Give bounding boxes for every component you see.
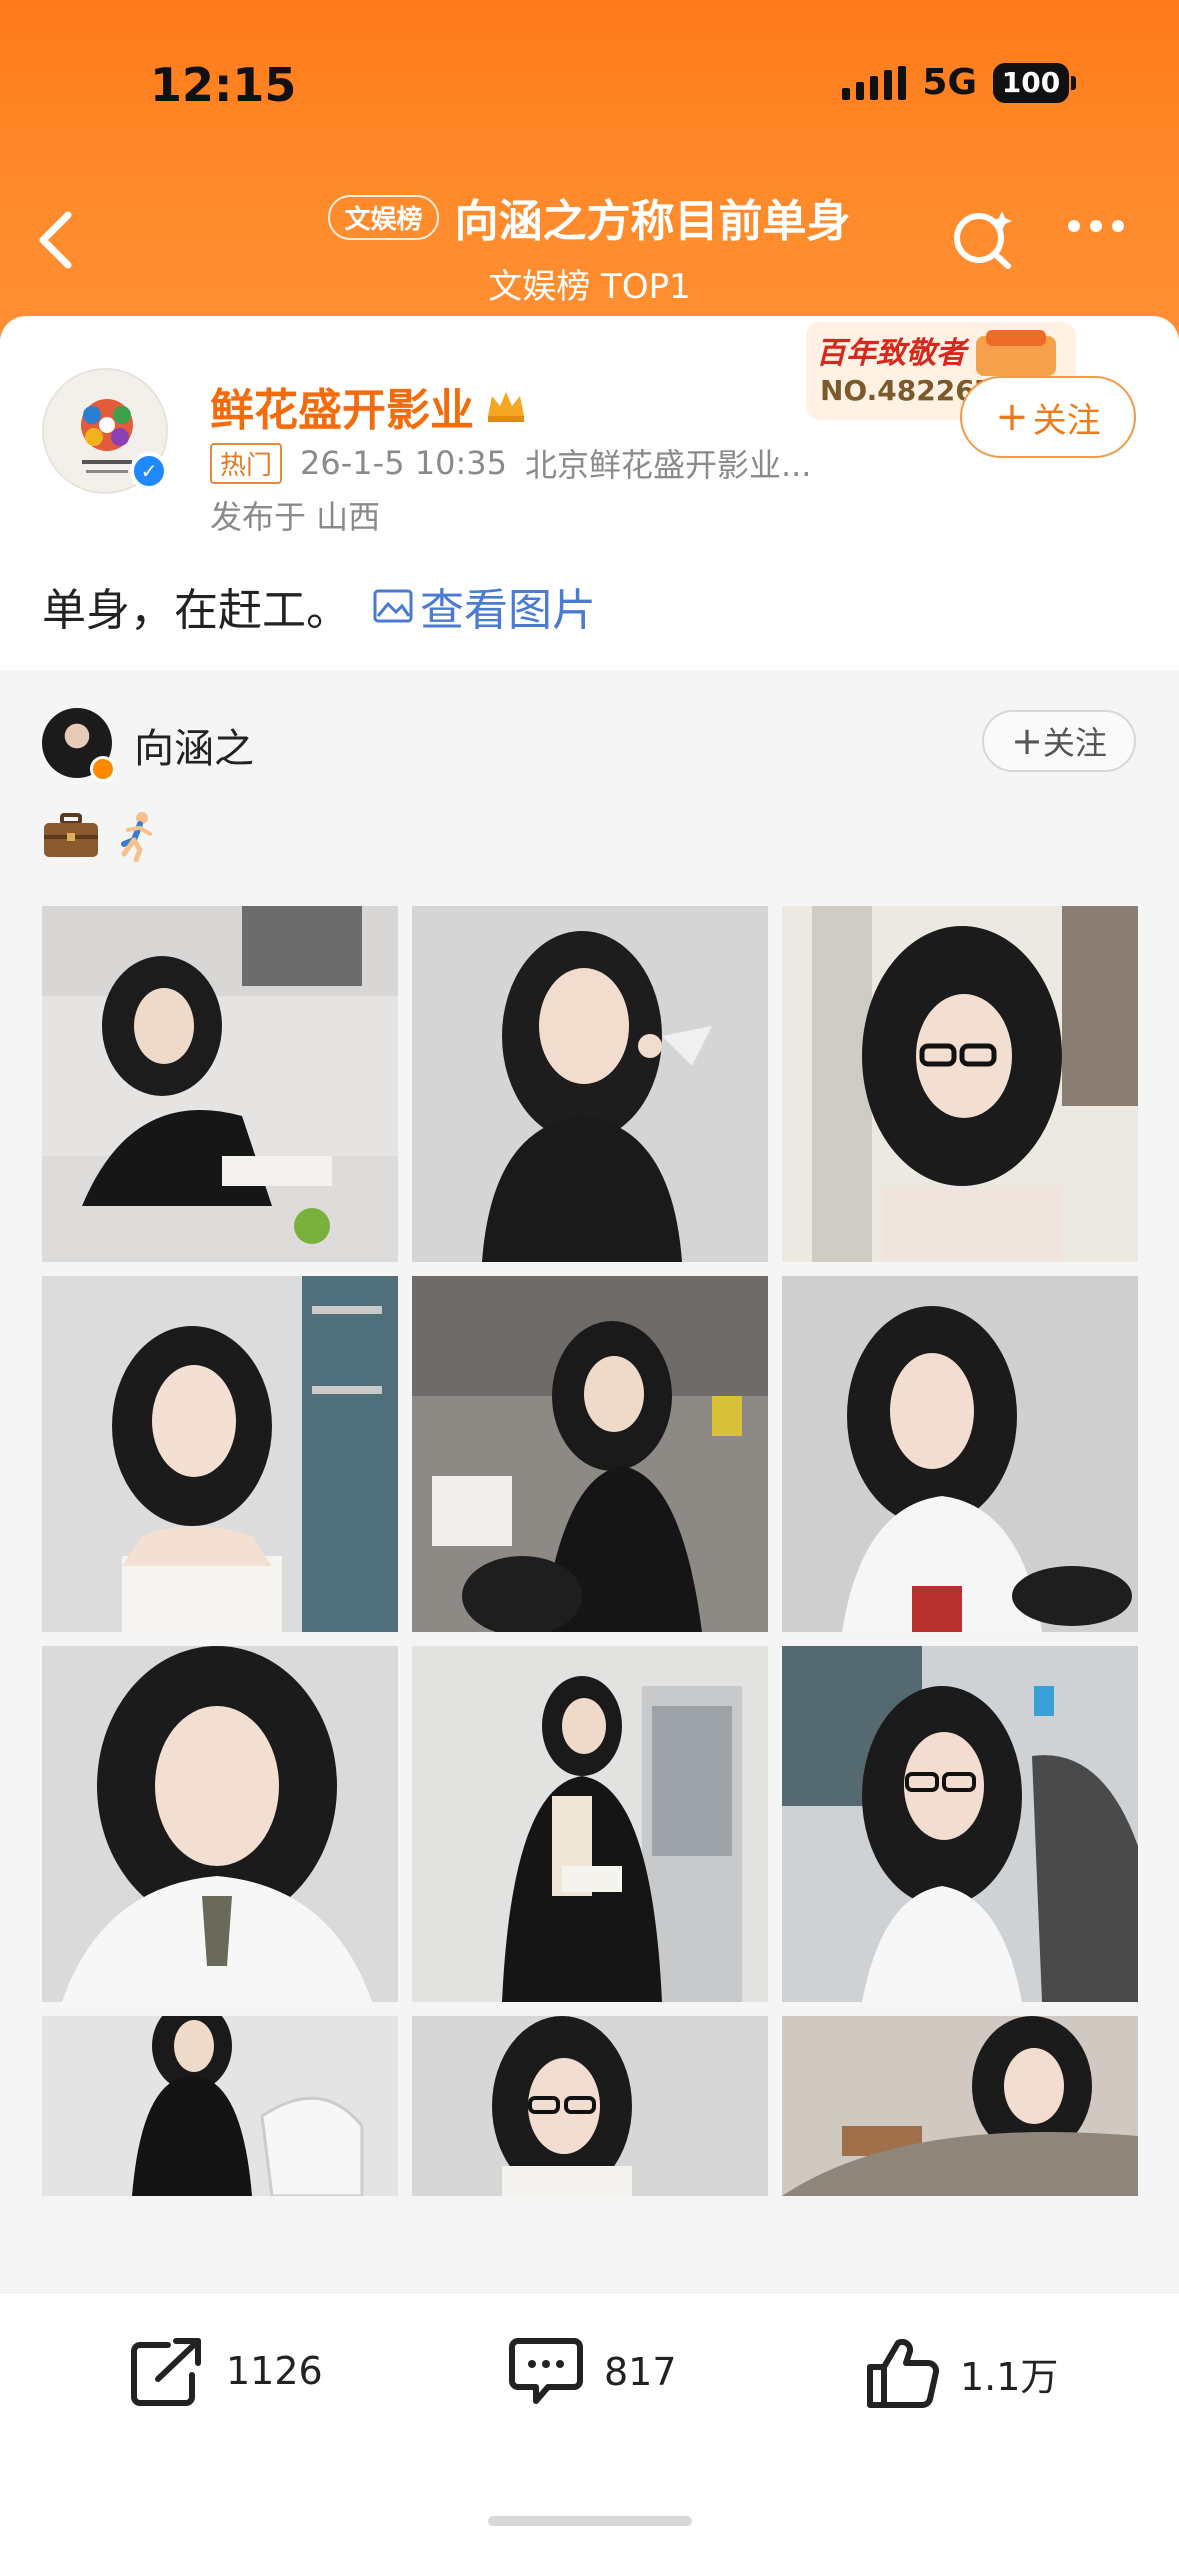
- comment-button[interactable]: 817: [508, 2335, 677, 2409]
- photo-thumbnail[interactable]: [782, 1646, 1138, 2002]
- running-person-icon: [121, 812, 152, 862]
- briefcase-icon: [44, 813, 98, 857]
- crown-icon: [488, 392, 524, 422]
- search-icon: [954, 211, 1012, 269]
- home-indicator[interactable]: [488, 2516, 692, 2526]
- verified-badge: ✓: [130, 452, 168, 490]
- photo-thumbnail[interactable]: [782, 906, 1138, 1262]
- retweet-text: [42, 810, 164, 862]
- search-button[interactable]: [948, 205, 1018, 275]
- image-icon: [373, 589, 413, 623]
- post-location: 发布于 山西: [210, 498, 381, 536]
- plus-icon: +: [1011, 719, 1043, 763]
- status-time: 12:15: [150, 58, 297, 112]
- photo-thumbnail[interactable]: [42, 1276, 398, 1632]
- photo-thumbnail[interactable]: [782, 2016, 1138, 2196]
- header: 12:15 5G 100 文娱榜 向涵之方称目前单身 文娱榜 TOP1: [0, 0, 1179, 340]
- comment-count: 817: [604, 2350, 677, 2394]
- post-timestamp: 26-1-5 10:35: [300, 444, 507, 482]
- photo-thumbnail[interactable]: [412, 1276, 768, 1632]
- author-name[interactable]: 鲜花盛开影业: [210, 374, 528, 438]
- page-title: 向涵之方称目前单身: [454, 196, 851, 247]
- share-count: 1126: [226, 2349, 323, 2393]
- photo-thumbnail[interactable]: [412, 906, 768, 1262]
- status-icons: 5G 100: [842, 62, 1076, 103]
- retweet-section[interactable]: 向涵之 + 关注: [0, 670, 1179, 2300]
- comment-icon: [509, 2338, 583, 2404]
- like-count: 1.1万: [960, 2354, 1059, 2399]
- photo-thumbnail[interactable]: [412, 2016, 768, 2196]
- retweet-author[interactable]: 向涵之: [134, 716, 254, 774]
- photo-thumbnail[interactable]: [42, 2016, 398, 2196]
- more-icon: [1068, 220, 1080, 232]
- share-button[interactable]: 1126: [128, 2335, 323, 2407]
- more-button[interactable]: [1068, 220, 1124, 232]
- verified-badge: [90, 756, 116, 782]
- signal-icon: [842, 65, 907, 100]
- post-text: 单身，在赶工。: [42, 585, 350, 636]
- post-source: 北京鲜花盛开影业...: [524, 446, 812, 484]
- share-icon: [131, 2338, 201, 2406]
- photo-thumbnail[interactable]: [782, 1276, 1138, 1632]
- battery-icon: 100: [993, 62, 1076, 103]
- network-label: 5G: [922, 62, 977, 103]
- like-button[interactable]: 1.1万: [864, 2335, 1058, 2411]
- post-meta: 热门 26-1-5 10:35 北京鲜花盛开影业...: [210, 440, 811, 486]
- retweet-follow-button[interactable]: + 关注: [982, 710, 1136, 772]
- like-icon: [867, 2338, 940, 2408]
- hot-tag: 热门: [210, 442, 283, 484]
- view-images-link[interactable]: 查看图片: [372, 574, 596, 638]
- follow-button[interactable]: + 关注: [960, 376, 1136, 458]
- photo-thumbnail[interactable]: [42, 906, 398, 1262]
- plus-icon: +: [995, 394, 1029, 440]
- ranking-tag: 文娱榜: [328, 194, 439, 240]
- photo-thumbnail[interactable]: [412, 1646, 768, 2002]
- photo-thumbnail[interactable]: [42, 1646, 398, 2002]
- post-body: 单身，在赶工。 查看图片: [42, 574, 596, 638]
